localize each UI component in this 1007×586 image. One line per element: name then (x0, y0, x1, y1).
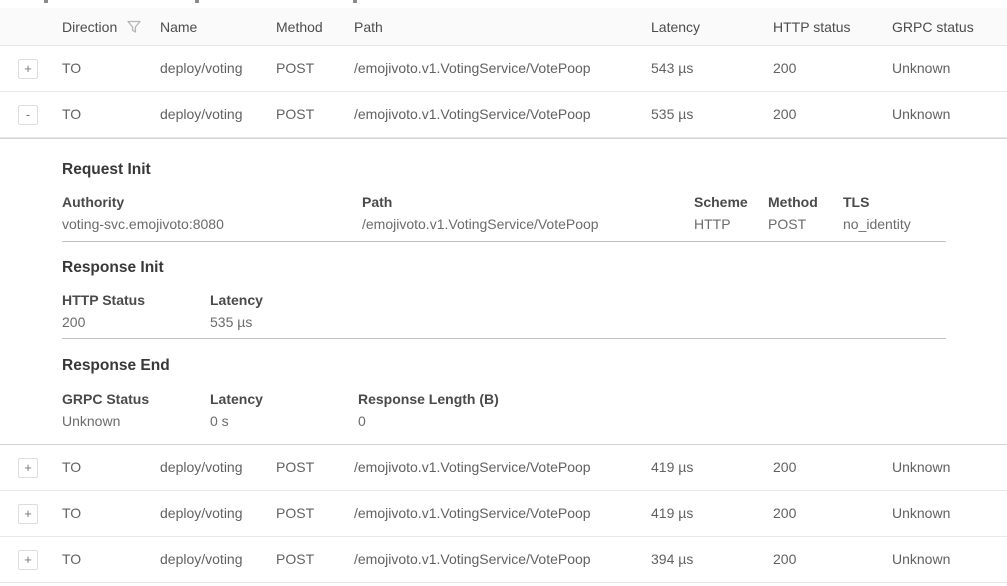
column-header-method: Method (276, 8, 323, 46)
table-row-expanded: - TO deploy/voting POST /emojivoto.v1.Vo… (0, 92, 1007, 138)
http-status-cell: 200 (773, 491, 796, 536)
clipped-text-fragment (44, 0, 48, 3)
direction-cell: TO (62, 537, 81, 582)
method-cell: POST (276, 445, 314, 490)
response-length-label: Response Length (B) (358, 391, 499, 407)
grpc-status-value: Unknown (62, 413, 120, 429)
http-status-cell: 200 (773, 445, 796, 490)
resource-link[interactable]: deploy/voting (160, 491, 243, 536)
expand-row-button[interactable]: + (18, 59, 38, 79)
clipped-text-fragment (195, 0, 199, 3)
expand-row-button[interactable]: + (18, 504, 38, 524)
section-title-request-init: Request Init (62, 161, 151, 179)
grpc-status-cell: Unknown (892, 491, 950, 536)
section-divider (62, 241, 946, 242)
grpc-status-label: GRPC Status (62, 391, 149, 407)
latency-cell: 419 µs (651, 491, 693, 536)
resource-link[interactable]: deploy/voting (160, 46, 243, 91)
path-cell: /emojivoto.v1.VotingService/VotePoop (354, 491, 591, 536)
section-title-response-init: Response Init (62, 259, 164, 277)
http-status-cell: 200 (773, 92, 796, 137)
path-cell: /emojivoto.v1.VotingService/VotePoop (354, 445, 591, 490)
http-status-cell: 200 (773, 46, 796, 91)
tls-value: no_identity (843, 216, 911, 232)
latency-cell: 535 µs (651, 92, 693, 137)
path-cell: /emojivoto.v1.VotingService/VotePoop (354, 537, 591, 582)
latency-value: 535 µs (210, 314, 252, 330)
direction-cell: TO (62, 445, 81, 490)
latency-cell: 394 µs (651, 537, 693, 582)
column-header-http-status: HTTP status (773, 8, 851, 46)
grpc-status-cell: Unknown (892, 46, 950, 91)
resource-link[interactable]: deploy/voting (160, 537, 243, 582)
latency-label: Latency (210, 292, 263, 308)
latency-cell: 419 µs (651, 445, 693, 490)
grpc-status-cell: Unknown (892, 92, 950, 137)
grpc-status-cell: Unknown (892, 537, 950, 582)
tls-label: TLS (843, 194, 869, 210)
direction-cell: TO (62, 46, 81, 91)
http-status-cell: 200 (773, 537, 796, 582)
method-cell: POST (276, 46, 314, 91)
method-cell: POST (276, 92, 314, 137)
method-label: Method (768, 194, 818, 210)
table-row: + TO deploy/voting POST /emojivoto.v1.Vo… (0, 537, 1007, 583)
resource-link[interactable]: deploy/voting (160, 92, 243, 137)
latency-label: Latency (210, 391, 263, 407)
path-label: Path (362, 194, 392, 210)
column-header-path: Path (354, 8, 383, 46)
scheme-value: HTTP (694, 216, 731, 232)
latency-value: 0 s (210, 413, 229, 429)
direction-cell: TO (62, 491, 81, 536)
scheme-label: Scheme (694, 194, 748, 210)
filter-funnel-icon[interactable] (127, 20, 141, 34)
latency-cell: 543 µs (651, 46, 693, 91)
method-cell: POST (276, 491, 314, 536)
http-status-label: HTTP Status (62, 292, 145, 308)
path-value: /emojivoto.v1.VotingService/VotePoop (362, 216, 599, 232)
table-row: + TO deploy/voting POST /emojivoto.v1.Vo… (0, 491, 1007, 537)
path-cell: /emojivoto.v1.VotingService/VotePoop (354, 92, 591, 137)
authority-label: Authority (62, 194, 124, 210)
method-value: POST (768, 216, 806, 232)
column-header-direction: Direction (62, 8, 117, 46)
collapse-row-button[interactable]: - (18, 105, 38, 125)
http-status-value: 200 (62, 314, 85, 330)
method-cell: POST (276, 537, 314, 582)
resource-link[interactable]: deploy/voting (160, 445, 243, 490)
expand-row-button[interactable]: + (18, 458, 38, 478)
tap-requests-table: Direction Name Method Path Latency HTTP … (0, 0, 1007, 586)
expand-row-button[interactable]: + (18, 550, 38, 570)
authority-value: voting-svc.emojivoto:8080 (62, 216, 224, 232)
request-detail-panel: Request Init Authority voting-svc.emojiv… (0, 138, 1007, 445)
direction-cell: TO (62, 92, 81, 137)
response-length-value: 0 (358, 413, 366, 429)
table-header: Direction Name Method Path Latency HTTP … (0, 8, 1007, 46)
table-row: + TO deploy/voting POST /emojivoto.v1.Vo… (0, 445, 1007, 491)
column-header-name: Name (160, 8, 197, 46)
section-divider (62, 338, 946, 339)
section-title-response-end: Response End (62, 357, 170, 375)
table-row: + TO deploy/voting POST /emojivoto.v1.Vo… (0, 46, 1007, 92)
path-cell: /emojivoto.v1.VotingService/VotePoop (354, 46, 591, 91)
clipped-text-fragment (353, 0, 357, 3)
column-header-latency: Latency (651, 8, 700, 46)
column-header-grpc-status: GRPC status (892, 8, 974, 46)
grpc-status-cell: Unknown (892, 445, 950, 490)
